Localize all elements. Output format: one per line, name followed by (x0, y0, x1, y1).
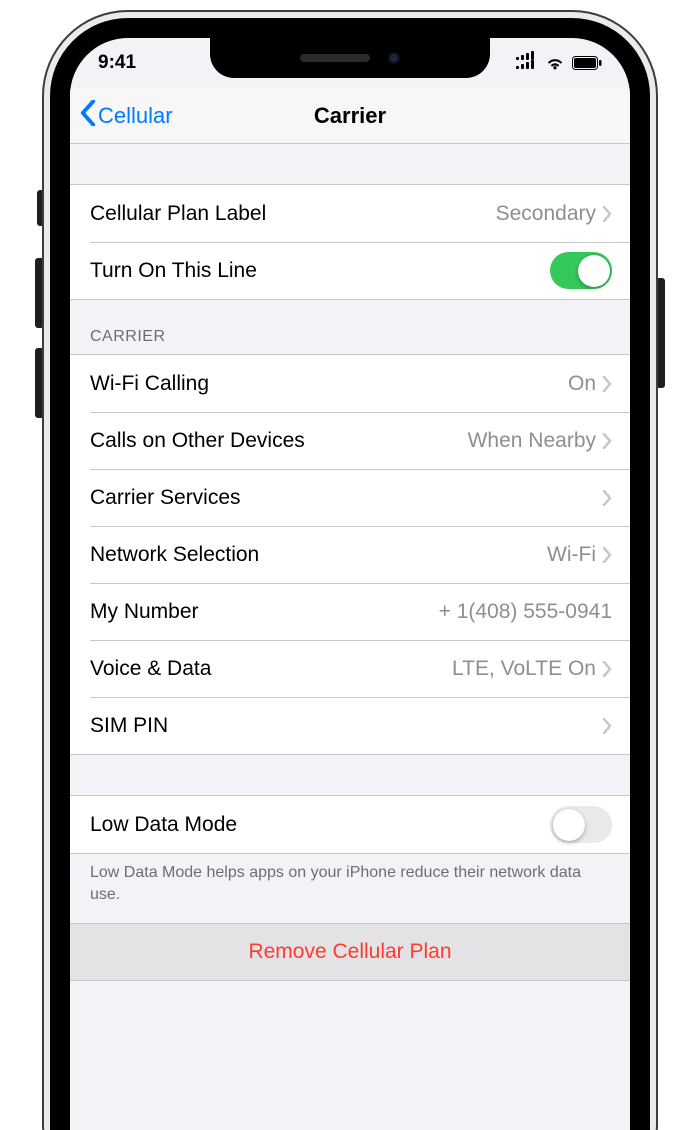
row-value: Wi-Fi (547, 543, 596, 567)
row-value: On (568, 372, 596, 396)
row-label: SIM PIN (90, 714, 596, 738)
low-data-group: Low Data Mode (70, 795, 630, 854)
back-button[interactable]: Cellular (80, 88, 173, 143)
wifi-calling-row[interactable]: Wi-Fi Calling On (70, 355, 630, 412)
earpiece-speaker (300, 54, 370, 62)
row-label: Carrier Services (90, 486, 596, 510)
page-title: Carrier (314, 103, 386, 129)
voice-data-row[interactable]: Voice & Data LTE, VoLTE On (70, 640, 630, 697)
chevron-right-icon (602, 433, 612, 449)
calls-other-devices-row[interactable]: Calls on Other Devices When Nearby (70, 412, 630, 469)
low-data-mode-row: Low Data Mode (70, 796, 630, 853)
chevron-left-icon (80, 100, 96, 132)
front-camera (388, 52, 400, 64)
chevron-right-icon (602, 718, 612, 734)
row-label: Voice & Data (90, 657, 452, 681)
chevron-right-icon (602, 490, 612, 506)
row-label: Calls on Other Devices (90, 429, 468, 453)
screen: 9:41 (70, 38, 630, 1130)
status-time: 9:41 (98, 52, 136, 74)
row-label: Cellular Plan Label (90, 202, 496, 226)
chevron-right-icon (602, 206, 612, 222)
notch (210, 38, 490, 78)
row-value: LTE, VoLTE On (452, 657, 596, 681)
row-label: Turn On This Line (90, 259, 550, 283)
remove-label: Remove Cellular Plan (248, 940, 451, 964)
my-number-row: My Number + 1(408) 555-0941 (70, 583, 630, 640)
row-label: Low Data Mode (90, 813, 550, 837)
carrier-group: Wi-Fi Calling On Calls on Other Devices … (70, 354, 630, 755)
carrier-section-header: CARRIER (70, 300, 630, 354)
chevron-right-icon (602, 376, 612, 392)
back-label: Cellular (98, 103, 173, 129)
wifi-icon (545, 56, 565, 71)
turn-on-line-toggle[interactable] (550, 252, 612, 289)
row-value: When Nearby (468, 429, 596, 453)
row-label: Network Selection (90, 543, 547, 567)
row-label: Wi-Fi Calling (90, 372, 568, 396)
cellular-signal-icon (516, 51, 538, 75)
carrier-services-row[interactable]: Carrier Services (70, 469, 630, 526)
chevron-right-icon (602, 547, 612, 563)
network-selection-row[interactable]: Network Selection Wi-Fi (70, 526, 630, 583)
low-data-footer: Low Data Mode helps apps on your iPhone … (70, 854, 630, 923)
remove-cellular-plan-button[interactable]: Remove Cellular Plan (70, 923, 630, 981)
row-value: + 1(408) 555-0941 (439, 600, 612, 624)
battery-icon (572, 56, 602, 70)
turn-on-line-row: Turn On This Line (70, 242, 630, 299)
chevron-right-icon (602, 661, 612, 677)
sim-pin-row[interactable]: SIM PIN (70, 697, 630, 754)
row-value: Secondary (496, 202, 596, 226)
row-label: My Number (90, 600, 439, 624)
low-data-mode-toggle[interactable] (550, 806, 612, 843)
navigation-bar: Cellular Carrier (70, 88, 630, 144)
cellular-plan-label-row[interactable]: Cellular Plan Label Secondary (70, 185, 630, 242)
plan-group: Cellular Plan Label Secondary Turn On Th… (70, 184, 630, 300)
